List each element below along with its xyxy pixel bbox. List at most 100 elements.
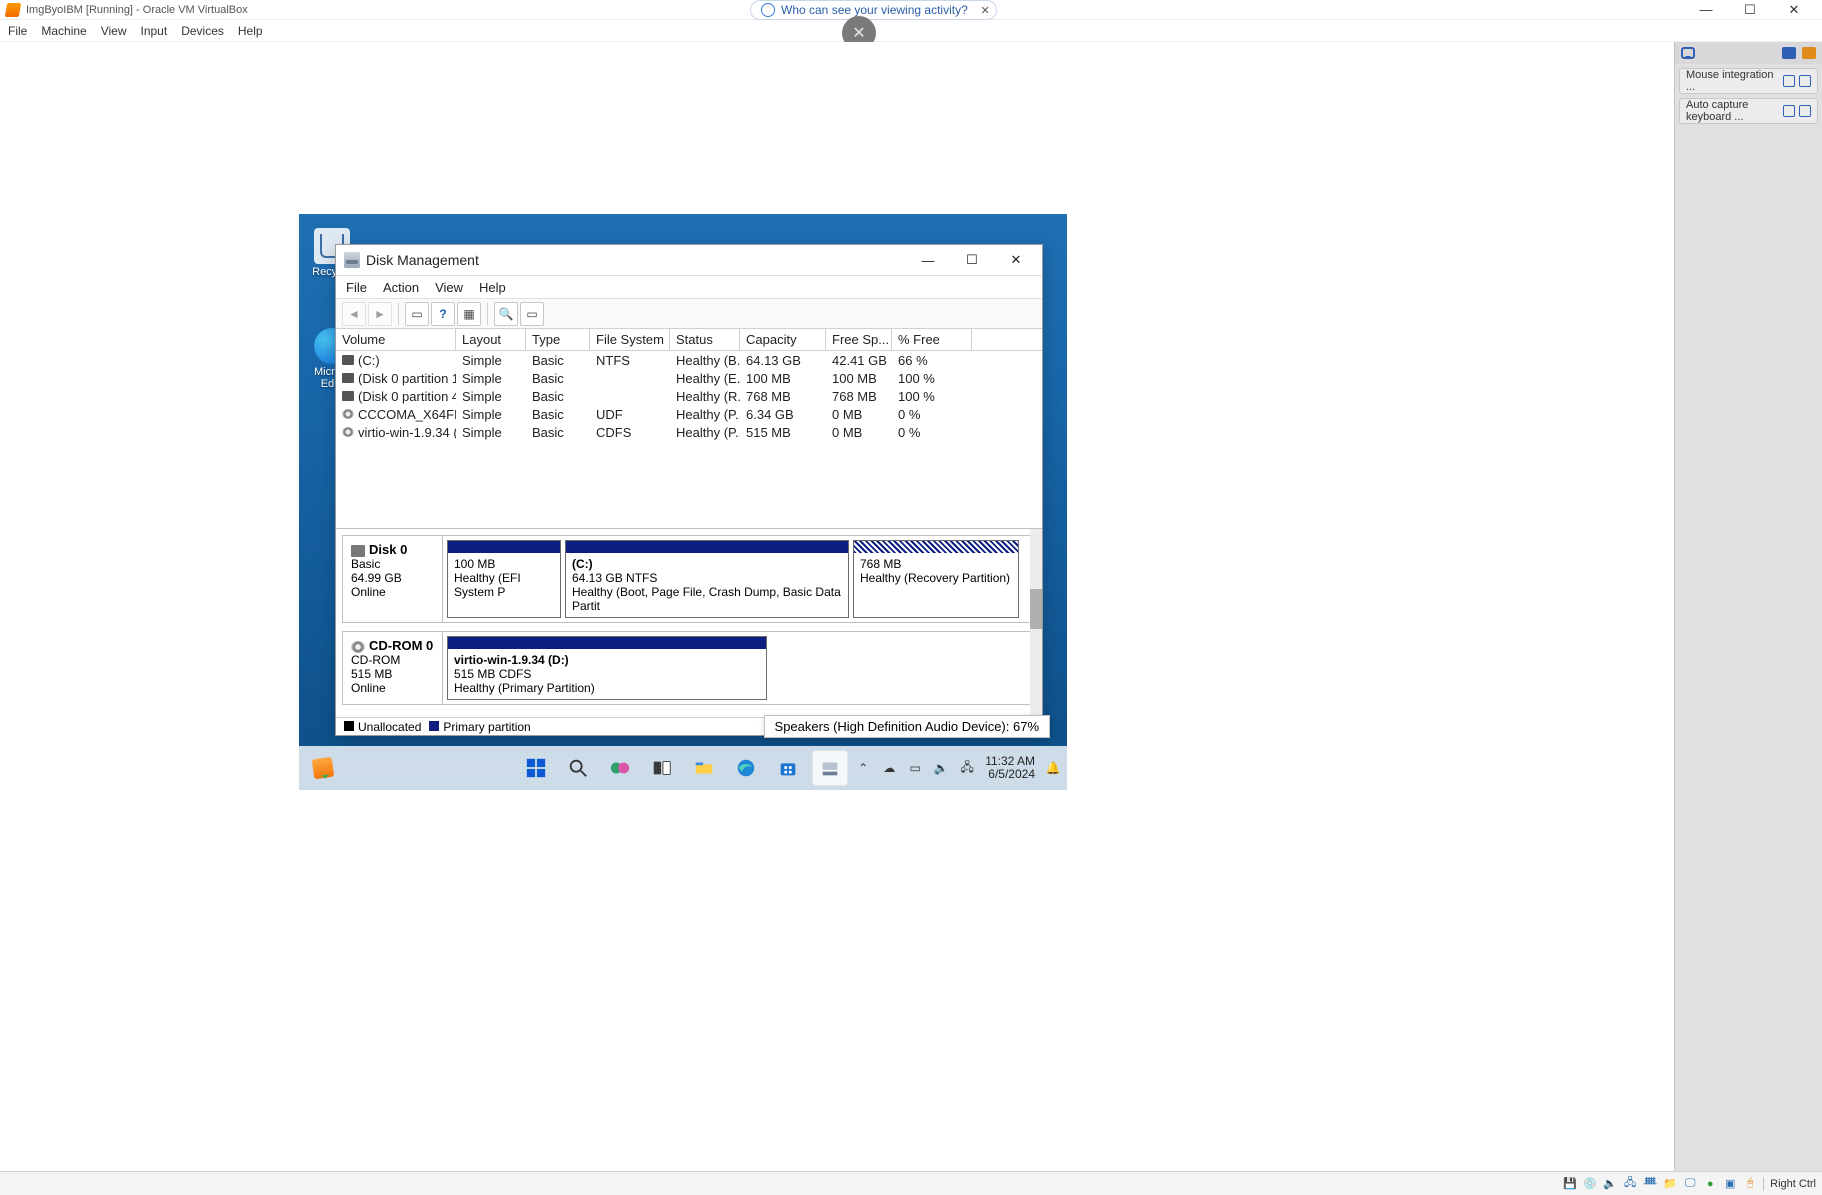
toolbar-back-button[interactable]: ◄ xyxy=(342,302,366,326)
status-mouse-icon[interactable]: 🖰 xyxy=(1743,1177,1757,1191)
tray-notifications-icon[interactable]: 🔔 xyxy=(1045,760,1061,776)
dm-minimize-button[interactable]: — xyxy=(906,245,950,275)
tray-volume-icon[interactable]: 🔈 xyxy=(933,760,949,776)
status-cpu-icon[interactable]: ▣ xyxy=(1723,1177,1737,1191)
volume-table-header[interactable]: Volume Layout Type File System Status Ca… xyxy=(336,329,1042,351)
vbox-menu-machine[interactable]: Machine xyxy=(41,24,86,38)
status-shared-icon[interactable]: 📁 xyxy=(1663,1177,1677,1191)
dm-maximize-button[interactable]: ☐ xyxy=(950,245,994,275)
notify-action-icon[interactable] xyxy=(1783,75,1795,87)
dm-menu-help[interactable]: Help xyxy=(479,280,506,295)
cell-free: 768 MB xyxy=(826,387,892,405)
partition-block[interactable]: virtio-win-1.9.34 (D:)515 MB CDFSHealthy… xyxy=(447,636,767,700)
cell-free: 100 MB xyxy=(826,369,892,387)
notify-close-icon[interactable] xyxy=(1799,105,1811,117)
vbox-minimize-button[interactable]: — xyxy=(1684,0,1728,20)
cell-volume: CCCOMA_X64FRE... xyxy=(358,407,456,422)
status-hdd-icon[interactable]: 💾 xyxy=(1563,1177,1577,1191)
status-usb-icon[interactable]: ᚙ xyxy=(1643,1177,1657,1191)
status-hostkey[interactable]: Right Ctrl xyxy=(1770,1178,1816,1190)
guest-desktop[interactable]: Recyc... Micro... Ed... Disk Management … xyxy=(299,214,1067,790)
tray-chevron-up-icon[interactable]: ⌃ xyxy=(855,760,871,776)
notify-close-icon[interactable] xyxy=(1799,75,1811,87)
toolbar-list-button[interactable]: ▭ xyxy=(520,302,544,326)
dm-close-button[interactable]: ✕ xyxy=(994,245,1038,275)
vbox-notify-item-mouse[interactable]: Mouse integration ... xyxy=(1679,68,1818,94)
taskbar-edge-button[interactable] xyxy=(728,750,764,786)
disk-state: Online xyxy=(351,681,386,695)
dm-menu-view[interactable]: View xyxy=(435,280,463,295)
toolbar-properties-button[interactable]: ▭ xyxy=(405,302,429,326)
disk-label-panel[interactable]: CD-ROM 0CD-ROM515 MBOnline xyxy=(343,632,443,704)
partition-block[interactable]: 768 MBHealthy (Recovery Partition) xyxy=(853,540,1019,618)
dm-menu-action[interactable]: Action xyxy=(383,280,419,295)
start-button[interactable] xyxy=(518,750,554,786)
tray-network-icon[interactable]: 🖧 xyxy=(959,760,975,776)
toolbar-help-button[interactable]: ? xyxy=(431,302,455,326)
drive-icon xyxy=(342,391,354,401)
vbox-menu-devices[interactable]: Devices xyxy=(181,24,224,38)
col-status[interactable]: Status xyxy=(670,329,740,350)
col-volume[interactable]: Volume xyxy=(336,329,456,350)
volume-row[interactable]: CCCOMA_X64FRE...SimpleBasicUDFHealthy (P… xyxy=(336,405,1042,423)
disk-row[interactable]: Disk 0Basic64.99 GBOnline100 MBHealthy (… xyxy=(342,535,1036,623)
tray-clock[interactable]: 11:32 AM 6/5/2024 xyxy=(985,755,1035,781)
status-optical-icon[interactable]: 💿 xyxy=(1583,1177,1597,1191)
taskbar-store-button[interactable] xyxy=(770,750,806,786)
partition-block[interactable]: 100 MBHealthy (EFI System P xyxy=(447,540,561,618)
disk-row[interactable]: CD-ROM 0CD-ROM515 MBOnlinevirtio-win-1.9… xyxy=(342,631,1036,705)
col-type[interactable]: Type xyxy=(526,329,590,350)
volume-row[interactable]: (Disk 0 partition 4)SimpleBasicHealthy (… xyxy=(336,387,1042,405)
vbox-menu-help[interactable]: Help xyxy=(238,24,263,38)
taskbar-explorer-button[interactable] xyxy=(686,750,722,786)
volume-row[interactable]: (C:)SimpleBasicNTFSHealthy (B...64.13 GB… xyxy=(336,351,1042,369)
toolbar-forward-button[interactable]: ► xyxy=(368,302,392,326)
volume-row[interactable]: (Disk 0 partition 1)SimpleBasicHealthy (… xyxy=(336,369,1042,387)
cell-type: Basic xyxy=(526,405,590,423)
notify-action-icon[interactable] xyxy=(1783,105,1795,117)
search-button[interactable] xyxy=(560,750,596,786)
windows-taskbar[interactable]: ⌃ ☁ ▭ 🔈 🖧 11:32 AM 6/5/2024 🔔 xyxy=(299,746,1067,790)
cell-layout: Simple xyxy=(456,405,526,423)
partition-size: 515 MB CDFS xyxy=(454,667,531,681)
taskbar-diskmgmt-button[interactable] xyxy=(812,750,848,786)
vbox-close-button[interactable]: ✕ xyxy=(1772,0,1816,20)
tray-onedrive-icon[interactable]: ☁ xyxy=(881,760,897,776)
status-audio-icon[interactable]: 🔈 xyxy=(1603,1177,1617,1191)
vbox-maximize-button[interactable]: ☐ xyxy=(1728,0,1772,20)
disk-label-panel[interactable]: Disk 0Basic64.99 GBOnline xyxy=(343,536,443,622)
dm-menu-file[interactable]: File xyxy=(346,280,367,295)
vbox-menu-file[interactable]: File xyxy=(8,24,27,38)
dm-titlebar[interactable]: Disk Management — ☐ ✕ xyxy=(336,245,1042,275)
toolbar-refresh-button[interactable]: ▦ xyxy=(457,302,481,326)
vbox-menu-input[interactable]: Input xyxy=(141,24,168,38)
tray-battery-icon[interactable]: ▭ xyxy=(907,760,923,776)
privacy-bubble[interactable]: Who can see your viewing activity? ✕ xyxy=(750,0,997,20)
vbox-notify-settings-icon[interactable] xyxy=(1802,47,1816,59)
toolbar-rescan-button[interactable]: 🔍 xyxy=(494,302,518,326)
vbox-notify-item-keyboard[interactable]: Auto capture keyboard ... xyxy=(1679,98,1818,124)
cell-pctfree: 100 % xyxy=(892,387,972,405)
col-capacity[interactable]: Capacity xyxy=(740,329,826,350)
status-network-icon[interactable]: 🖧 xyxy=(1623,1177,1637,1191)
vbox-menu-view[interactable]: View xyxy=(101,24,127,38)
taskbar-taskview-button[interactable] xyxy=(644,750,680,786)
speech-bubble-icon[interactable] xyxy=(1681,47,1695,59)
drive-icon xyxy=(342,355,354,365)
taskbar-copilot-button[interactable] xyxy=(602,750,638,786)
volume-row[interactable]: virtio-win-1.9.34 (...SimpleBasicCDFSHea… xyxy=(336,423,1042,441)
col-filesystem[interactable]: File System xyxy=(590,329,670,350)
col-free[interactable]: Free Sp... xyxy=(826,329,892,350)
cell-status: Healthy (R... xyxy=(670,387,740,405)
col-layout[interactable]: Layout xyxy=(456,329,526,350)
cell-layout: Simple xyxy=(456,351,526,369)
status-recording-icon[interactable]: ● xyxy=(1703,1177,1717,1191)
cell-capacity: 64.13 GB xyxy=(740,351,826,369)
partition-block[interactable]: (C:)64.13 GB NTFSHealthy (Boot, Page Fil… xyxy=(565,540,849,618)
gpane-scrollbar[interactable] xyxy=(1030,529,1042,717)
privacy-close-button[interactable]: ✕ xyxy=(981,4,990,17)
status-display-icon[interactable]: 🖵 xyxy=(1683,1177,1697,1191)
col-pctfree[interactable]: % Free xyxy=(892,329,972,350)
vbox-notify-toggle-icon[interactable] xyxy=(1782,47,1796,59)
taskbar-widget-icon[interactable] xyxy=(312,757,335,780)
